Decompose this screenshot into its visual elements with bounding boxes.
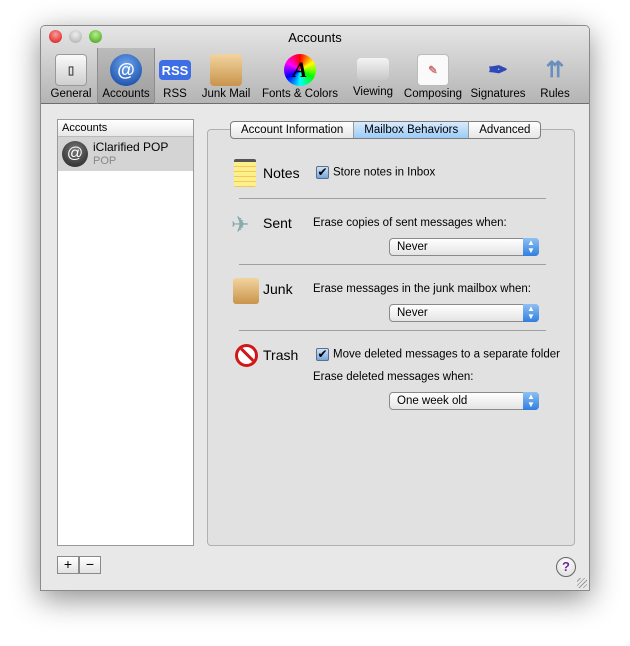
notes-icon (234, 159, 256, 187)
toolbar-label: Junk Mail (201, 88, 251, 100)
toolbar-composing[interactable]: ✎ Composing (401, 48, 465, 104)
account-at-icon: @ (62, 141, 88, 167)
toolbar-label: Rules (540, 88, 570, 100)
resize-grip[interactable] (577, 578, 587, 588)
trash-erase-label: Erase deleted messages when: (313, 371, 474, 383)
toolbar-junk-mail[interactable]: Junk Mail (197, 48, 255, 104)
title-bar: Accounts ▯ General @ Accounts RSS RSS Junk … (41, 26, 589, 104)
tab-advanced[interactable]: Advanced (469, 122, 540, 138)
checkbox-label: Move deleted messages to a separate fold… (333, 348, 560, 361)
divider (239, 264, 546, 265)
sent-erase-select[interactable]: Never ▲ ▼ (389, 238, 539, 256)
toolbar-accounts[interactable]: @ Accounts (97, 48, 155, 104)
toolbar-label: Fonts & Colors (261, 88, 339, 100)
account-type: POP (93, 155, 117, 167)
tab-mailbox-behaviors[interactable]: Mailbox Behaviors (354, 122, 470, 138)
checkbox-label: Store notes in Inbox (333, 166, 436, 179)
move-deleted-checkbox[interactable]: ✔ Move deleted messages to a separate fol… (316, 348, 560, 361)
accounts-list-header: Accounts (58, 120, 193, 137)
toolbar-label: RSS (163, 88, 187, 100)
select-value: One week old (397, 395, 468, 407)
trash-erase-select[interactable]: One week old ▲ ▼ (389, 392, 539, 410)
tab-bar: Account Information Mailbox Behaviors Ad… (230, 121, 542, 139)
accounts-list[interactable]: Accounts @ iClarified POP POP (57, 119, 194, 546)
viewing-icon (357, 58, 389, 80)
sent-erase-label: Erase copies of sent messages when: (313, 217, 507, 229)
store-notes-checkbox[interactable]: ✔ Store notes in Inbox (316, 166, 435, 179)
toolbar-label: Composing (403, 88, 463, 100)
select-value: Never (397, 307, 428, 319)
rules-icon: ⇈ (545, 57, 565, 82)
window-title: Accounts (288, 30, 342, 45)
toolbar-fonts-colors[interactable]: A Fonts & Colors (257, 48, 343, 104)
tab-panel (207, 129, 575, 546)
toolbar-viewing[interactable]: Viewing (345, 48, 401, 104)
help-button[interactable]: ? (556, 557, 576, 577)
updown-arrows-icon: ▲ ▼ (523, 304, 539, 322)
toolbar-label: Viewing (352, 86, 394, 98)
add-account-button[interactable]: + (57, 556, 79, 574)
account-row-iclarified-pop[interactable]: @ iClarified POP POP (58, 137, 193, 171)
composing-icon: ✎ (417, 54, 449, 86)
trash-heading: Trash (263, 347, 299, 363)
select-value: Never (397, 241, 428, 253)
at-icon: @ (110, 54, 142, 86)
junk-heading: Junk (263, 281, 293, 297)
sent-heading: Sent (263, 215, 292, 231)
junk-icon (233, 278, 259, 304)
remove-account-button[interactable]: − (79, 556, 101, 574)
divider (239, 198, 546, 199)
junk-erase-label: Erase messages in the junk mailbox when: (313, 283, 531, 295)
toolbar-label: Signatures (470, 88, 526, 100)
divider (239, 330, 546, 331)
toolbar-signatures[interactable]: ✒ Signatures (467, 48, 529, 104)
toolbar-rss[interactable]: RSS RSS (157, 48, 193, 104)
toolbar-general[interactable]: ▯ General (47, 48, 95, 104)
sent-paper-plane-icon: ✈ (231, 212, 250, 237)
updown-arrows-icon: ▲ ▼ (523, 392, 539, 410)
updown-arrows-icon: ▲ ▼ (523, 238, 539, 256)
preferences-window: Accounts ▯ General @ Accounts RSS RSS Junk … (40, 25, 590, 591)
notes-heading: Notes (263, 165, 300, 181)
junk-erase-select[interactable]: Never ▲ ▼ (389, 304, 539, 322)
general-switch-icon: ▯ (55, 54, 87, 86)
trash-prohibited-icon (235, 344, 258, 367)
account-name: iClarified POP (93, 140, 169, 154)
toolbar-rules[interactable]: ⇈ Rules (533, 48, 577, 104)
junk-mail-icon (210, 54, 242, 86)
checkbox-checked-icon: ✔ (316, 165, 329, 179)
rss-icon: RSS (159, 60, 191, 80)
toolbar-label: Accounts (102, 88, 150, 100)
toolbar-label: General (50, 88, 92, 100)
checkbox-checked-icon: ✔ (316, 347, 329, 361)
fonts-colors-icon: A (284, 54, 316, 86)
signatures-icon: ✒ (487, 56, 509, 84)
tab-account-information[interactable]: Account Information (231, 122, 355, 138)
